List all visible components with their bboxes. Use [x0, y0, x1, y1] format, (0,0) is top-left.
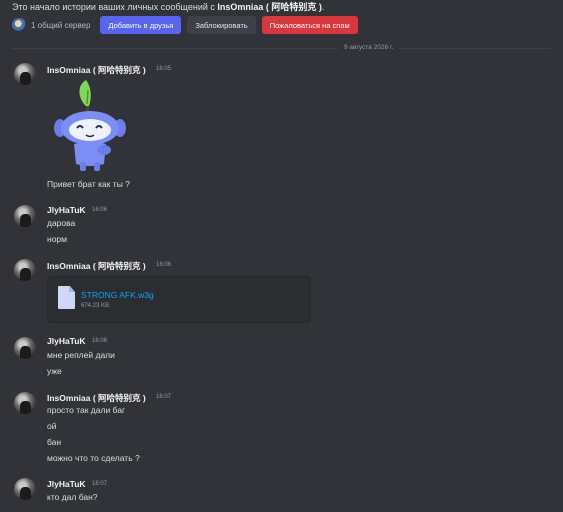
message-author[interactable]: JlyHaTuK [47, 205, 86, 215]
message-author[interactable]: InsOmniaa ( 阿哈特别克 ) [47, 392, 146, 404]
date-divider: 9 августа 2026 г. [338, 44, 400, 51]
message-text: дарова [47, 218, 76, 228]
mutual-servers[interactable]: 1 общий сервер [31, 21, 90, 30]
message-timestamp: 16:06 [92, 207, 108, 213]
message-text: Привет брат как ты ? [47, 179, 130, 189]
file-name-link[interactable]: STRONG AFK.w3g [81, 290, 154, 300]
message-timestamp: 16:07 [156, 394, 172, 400]
message-text: бан [47, 437, 62, 447]
dm-intro-text: Это начало истории ваших личных сообщени… [12, 0, 324, 13]
intro-prefix: Это начало истории ваших личных сообщени… [12, 2, 215, 12]
avatar[interactable] [14, 259, 36, 281]
file-size: 674.23 KB [81, 303, 110, 309]
avatar[interactable] [14, 63, 36, 85]
message-timestamp: 16:05 [156, 66, 172, 72]
message-timestamp: 16:06 [156, 262, 172, 268]
message-author[interactable]: InsOmniaa ( 阿哈特别克 ) [47, 64, 146, 76]
server-icon[interactable] [12, 18, 26, 32]
leaf-icon [79, 80, 91, 108]
message-text: норм [47, 234, 67, 244]
avatar[interactable] [14, 205, 36, 227]
report-spam-button[interactable]: Пожаловаться на спам [261, 16, 358, 34]
avatar[interactable] [14, 392, 36, 414]
message-author[interactable]: JlyHaTuK [47, 336, 86, 346]
message-text: уже [47, 366, 62, 376]
intro-suffix: . [321, 2, 325, 12]
file-attachment[interactable]: STRONG AFK.w3g 674.23 KB [47, 276, 311, 323]
avatar[interactable] [14, 478, 36, 500]
message-timestamp: 16:07 [92, 481, 108, 487]
message-text: мне реплей дали [47, 350, 115, 360]
message-text: ой [47, 421, 57, 431]
message-timestamp: 16:06 [92, 338, 108, 344]
dm-actions-bar: 1 общий сервер Добавить в друзья Заблоки… [12, 16, 364, 34]
message-text: просто так дали баг [47, 405, 126, 415]
message-author[interactable]: JlyHaTuK [47, 479, 86, 489]
message-author[interactable]: InsOmniaa ( 阿哈特别克 ) [47, 260, 146, 272]
wumpus-sticker[interactable] [52, 78, 132, 173]
message-text: можно что то сделать ? [47, 453, 140, 463]
date-divider-line [12, 48, 551, 49]
intro-username[interactable]: InsOmniaa ( 阿哈特别克 ) [217, 2, 322, 12]
block-button[interactable]: Заблокировать [187, 16, 256, 34]
avatar[interactable] [14, 337, 36, 359]
message-text: кто дал бан? [47, 492, 98, 502]
file-icon [58, 286, 75, 309]
add-friend-button[interactable]: Добавить в друзья [100, 16, 182, 34]
